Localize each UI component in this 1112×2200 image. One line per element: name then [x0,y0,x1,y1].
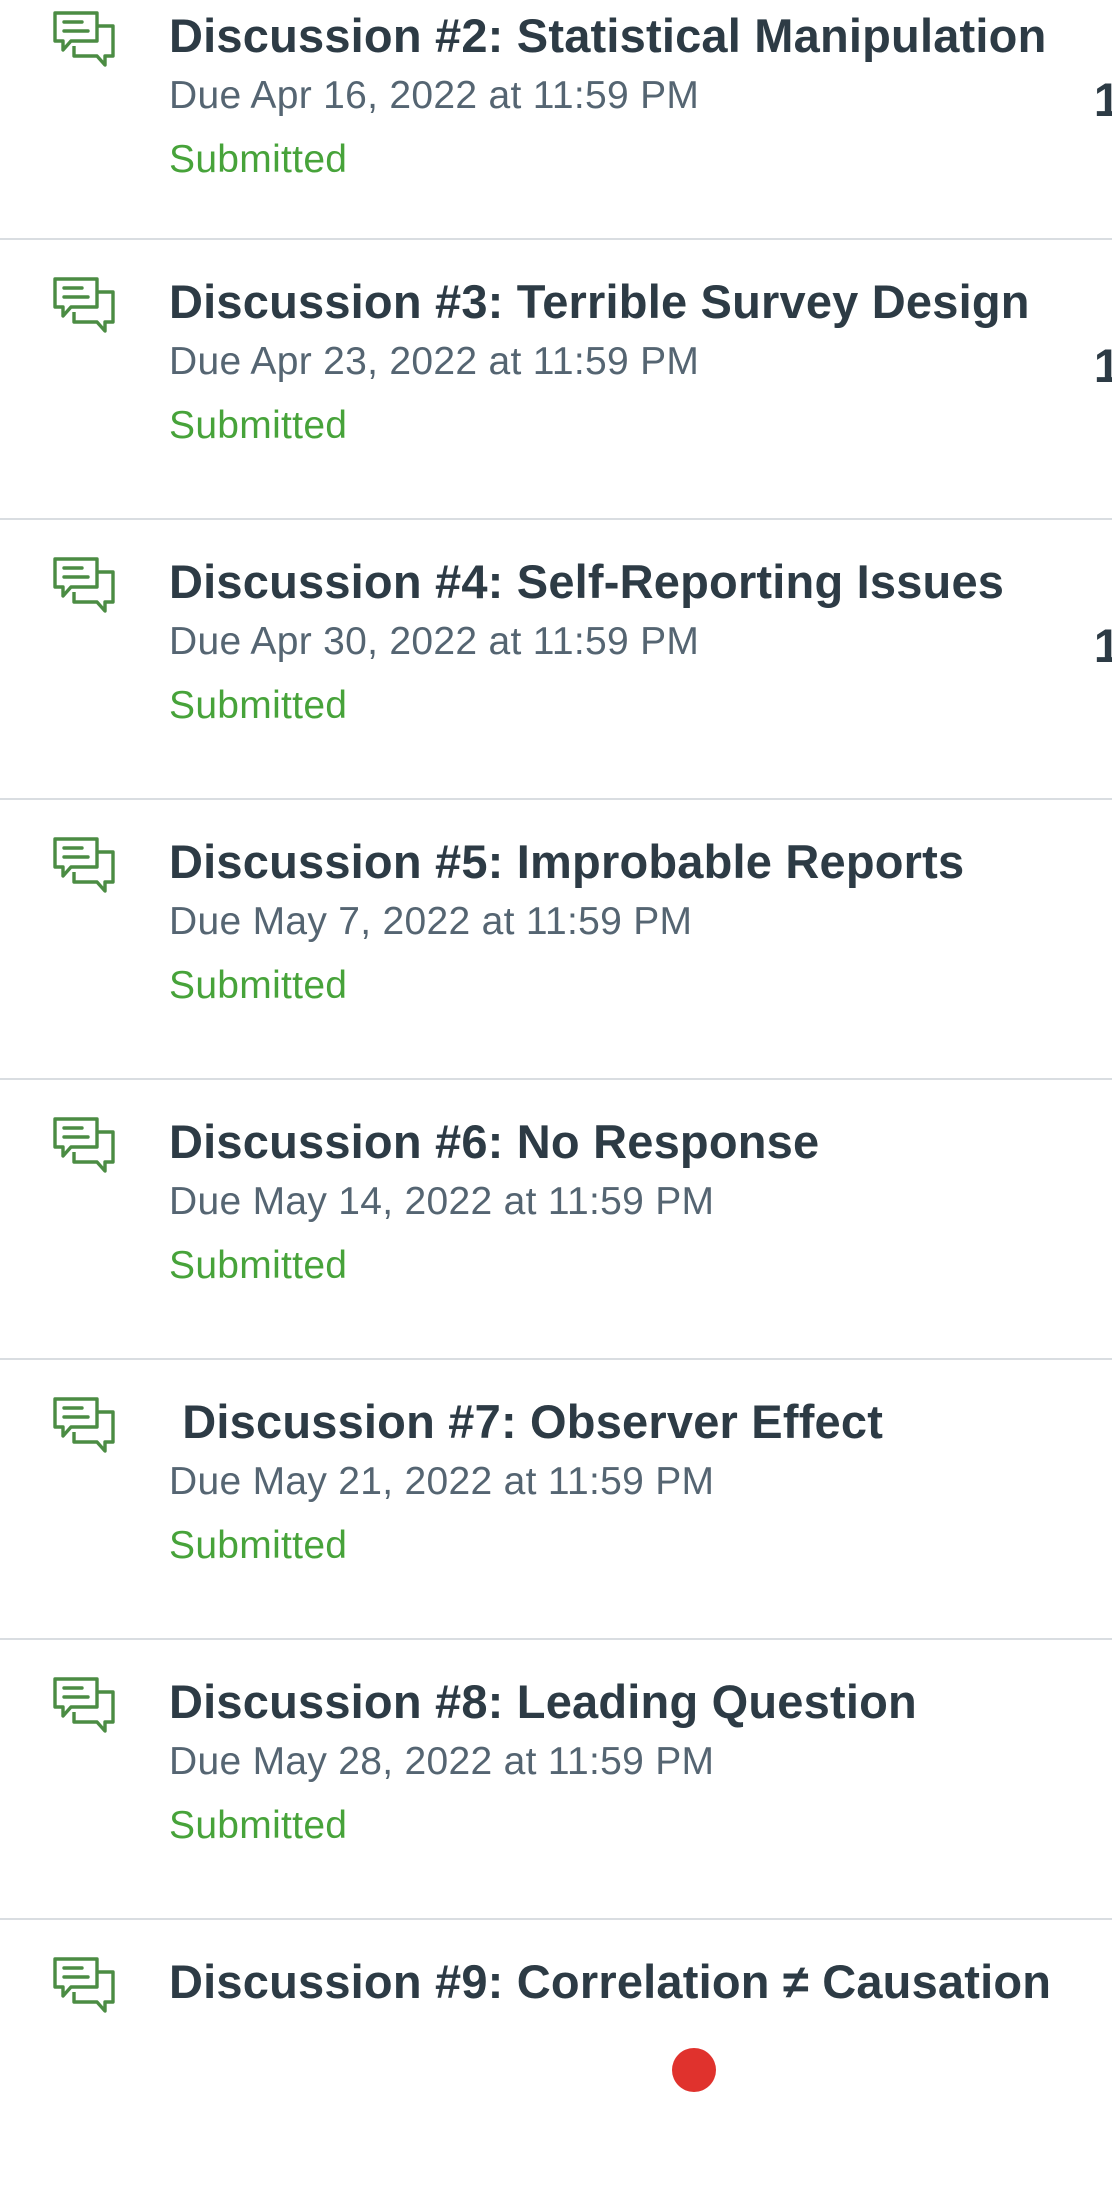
assignment-text: Discussion #7: Observer Effect Due May 2… [169,1392,1112,1572]
assignment-text: Discussion #6: No Response Due May 14, 2… [169,1112,1112,1292]
submission-status: Submitted [169,1524,348,1567]
assignment-title: Discussion #2: Statistical Manipulation [169,9,1047,62]
assignment-title: Discussion #3: Terrible Survey Design [169,275,1030,328]
assignment-title: Discussion #9: Correlation ≠ Causation [169,1955,1052,2008]
assignment-text: Discussion #8: Leading Question Due May … [169,1672,1112,1852]
assignment-title: Discussion #6: No Response [169,1115,820,1168]
discussion-icon [52,1396,116,1460]
submission-status: Submitted [169,138,348,181]
due-date: Due May 7, 2022 at 11:59 PM [169,900,693,943]
submission-status: Submitted [169,404,348,447]
assignment-title: Discussion #7: Observer Effect [169,1395,884,1448]
points: 1 [1093,619,1112,672]
discussion-icon [52,1116,116,1180]
submission-status: Submitted [169,684,348,727]
discussion-icon [52,1956,116,2020]
assignment-text: Discussion #2: Statistical Manipulation … [169,6,1112,186]
list-item[interactable]: Discussion #6: No Response Due May 14, 2… [0,1080,1112,1360]
assignment-text: Discussion #4: Self-Reporting Issues Due… [169,552,1112,732]
list-item[interactable]: Discussion #2: Statistical Manipulation … [0,0,1112,240]
discussion-icon [52,10,116,74]
list-item[interactable]: Discussion #3: Terrible Survey Design Du… [0,240,1112,520]
discussion-icon [52,836,116,900]
list-item[interactable]: Discussion #8: Leading Question Due May … [0,1640,1112,1920]
discussion-icon [52,556,116,620]
discussion-icon [52,276,116,340]
due-date: Due Apr 30, 2022 at 11:59 PM [169,620,700,663]
list-item[interactable]: Discussion #4: Self-Reporting Issues Due… [0,520,1112,800]
due-date: Due Apr 23, 2022 at 11:59 PM [169,340,700,383]
assignment-title: Discussion #4: Self-Reporting Issues [169,555,1005,608]
assignment-text: Discussion #5: Improbable Reports Due Ma… [169,832,1112,1012]
notification-badge [672,2048,716,2092]
due-date: Due May 28, 2022 at 11:59 PM [169,1740,715,1783]
list-item[interactable]: Discussion #5: Improbable Reports Due Ma… [0,800,1112,1080]
assignment-list: Discussion #2: Statistical Manipulation … [0,0,1112,2200]
submission-status: Submitted [169,964,348,1007]
assignment-text: Discussion #3: Terrible Survey Design Du… [169,272,1112,452]
points: 1 [1093,339,1112,392]
list-item[interactable]: Discussion #9: Correlation ≠ Causation [0,1920,1112,2200]
assignment-title: Discussion #5: Improbable Reports [169,835,965,888]
submission-status: Submitted [169,1244,348,1287]
discussion-icon [52,1676,116,1740]
points: 1 [1093,73,1112,126]
list-item[interactable]: Discussion #7: Observer Effect Due May 2… [0,1360,1112,1640]
assignment-title: Discussion #8: Leading Question [169,1675,917,1728]
due-date: Due Apr 16, 2022 at 11:59 PM [169,74,700,117]
due-date: Due May 14, 2022 at 11:59 PM [169,1180,715,1223]
assignment-text: Discussion #9: Correlation ≠ Causation [169,1952,1112,2012]
submission-status: Submitted [169,1804,348,1847]
due-date: Due May 21, 2022 at 11:59 PM [169,1460,715,1503]
